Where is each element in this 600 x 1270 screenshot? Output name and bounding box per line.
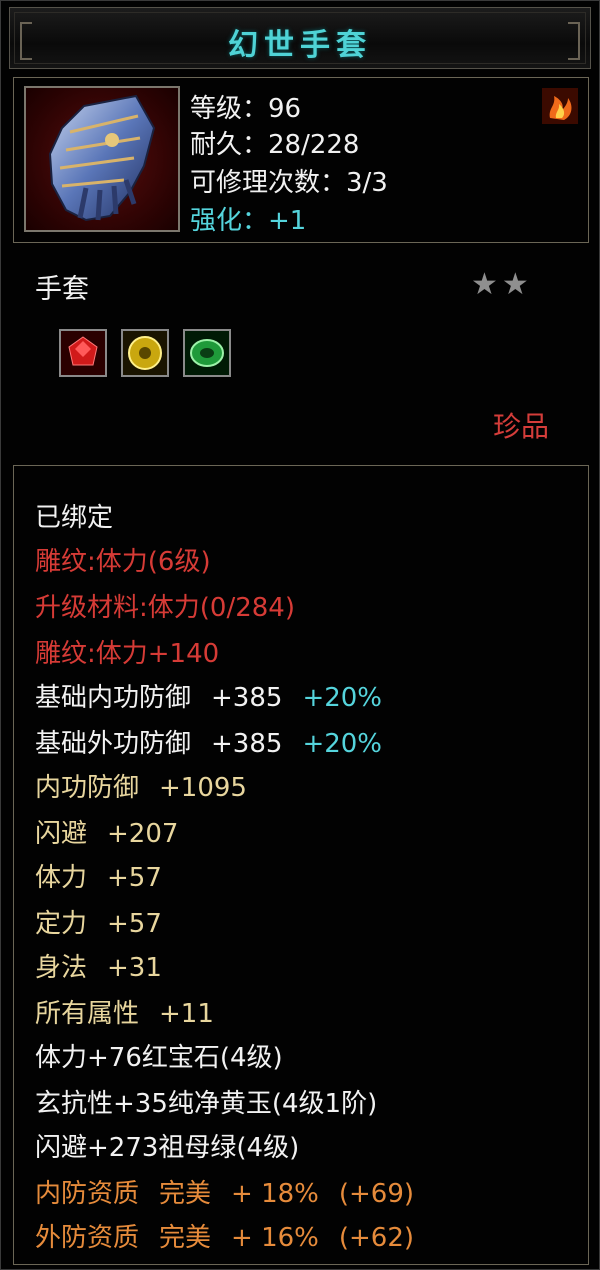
aptitude-inner: 内防资质 完美 + 18% (+69) bbox=[35, 1173, 414, 1210]
stat-line: 定力 +57 bbox=[35, 903, 162, 940]
base-inner-defense-label: 基础内功防御 bbox=[35, 683, 192, 713]
stat-label: 定力 bbox=[35, 909, 88, 939]
gem-line-emerald: 闪避+273祖母绿(4级) bbox=[35, 1133, 300, 1163]
base-outer-defense-label: 基础外功防御 bbox=[35, 729, 192, 759]
title-bar: 幻世手套 bbox=[9, 7, 591, 69]
flame-icon bbox=[542, 88, 578, 124]
aptitude-grade: 完美 bbox=[159, 1223, 212, 1253]
aptitude-value: + 18% bbox=[231, 1179, 319, 1209]
gauntlet-icon bbox=[24, 86, 180, 232]
base-inner-defense-value: +385 bbox=[211, 683, 283, 713]
aptitude-value: + 16% bbox=[231, 1223, 319, 1253]
stat-label: 身法 bbox=[35, 953, 88, 983]
aptitude-label: 外防资质 bbox=[35, 1223, 140, 1253]
stat-line: 所有属性 +11 bbox=[35, 993, 214, 1030]
upgrade-material-line: 升级材料:体力(0/284) bbox=[35, 593, 295, 623]
stat-line: 内功防御 +1095 bbox=[35, 767, 247, 804]
stat-label: 闪避 bbox=[35, 819, 88, 849]
item-enhance: 强化：+1 bbox=[190, 206, 307, 236]
star-rating: ★★ bbox=[471, 267, 533, 302]
engrave-line: 雕纹:体力(6级) bbox=[35, 547, 211, 577]
item-durability: 耐久：28/228 bbox=[190, 130, 360, 160]
base-outer-defense-pct: +20% bbox=[302, 729, 383, 759]
stat-value: +57 bbox=[107, 909, 162, 939]
item-header: 等级：96 耐久：28/228 可修理次数：3/3 强化：+1 bbox=[13, 77, 589, 243]
stat-line: 身法 +31 bbox=[35, 947, 162, 984]
item-level: 等级：96 bbox=[190, 94, 302, 124]
base-outer-defense-value: +385 bbox=[211, 729, 283, 759]
base-inner-defense: 基础内功防御 +385 +20% bbox=[35, 677, 382, 714]
gem-line-ruby: 体力+76红宝石(4级) bbox=[35, 1043, 283, 1073]
stat-value: +31 bbox=[107, 953, 162, 983]
stat-label: 体力 bbox=[35, 863, 88, 893]
emerald-gem-icon[interactable] bbox=[183, 329, 231, 377]
stat-line: 体力 +57 bbox=[35, 857, 162, 894]
bound-status: 已绑定 bbox=[35, 503, 114, 533]
gem-line-topaz: 玄抗性+35纯净黄玉(4级1阶) bbox=[35, 1089, 378, 1119]
quality-label: 珍品 bbox=[493, 410, 550, 443]
stat-label: 所有属性 bbox=[35, 999, 140, 1029]
base-inner-defense-pct: +20% bbox=[302, 683, 383, 713]
stat-value: +57 bbox=[107, 863, 162, 893]
base-outer-defense: 基础外功防御 +385 +20% bbox=[35, 723, 382, 760]
item-repair-count: 可修理次数：3/3 bbox=[190, 168, 388, 198]
stat-value: +11 bbox=[159, 999, 214, 1029]
aptitude-grade: 完美 bbox=[159, 1179, 212, 1209]
stat-value: +207 bbox=[107, 819, 179, 849]
ruby-gem-icon[interactable] bbox=[59, 329, 107, 377]
item-type: 手套 bbox=[35, 274, 89, 305]
topaz-gem-icon[interactable] bbox=[121, 329, 169, 377]
stat-label: 内功防御 bbox=[35, 773, 140, 803]
stat-value: +1095 bbox=[159, 773, 247, 803]
title-ornament-right bbox=[568, 22, 580, 60]
engrave-bonus-line: 雕纹:体力+140 bbox=[35, 639, 220, 669]
stat-line: 闪避 +207 bbox=[35, 813, 178, 850]
item-name: 幻世手套 bbox=[228, 28, 372, 63]
aptitude-label: 内防资质 bbox=[35, 1179, 140, 1209]
aptitude-outer: 外防资质 完美 + 16% (+62) bbox=[35, 1217, 414, 1254]
aptitude-extra: (+69) bbox=[338, 1179, 415, 1209]
item-tooltip: 幻世手套 等级：96 耐久：28/228 可修理次数：3/3 强化：+1 手套 … bbox=[0, 0, 600, 1270]
aptitude-extra: (+62) bbox=[338, 1223, 415, 1253]
